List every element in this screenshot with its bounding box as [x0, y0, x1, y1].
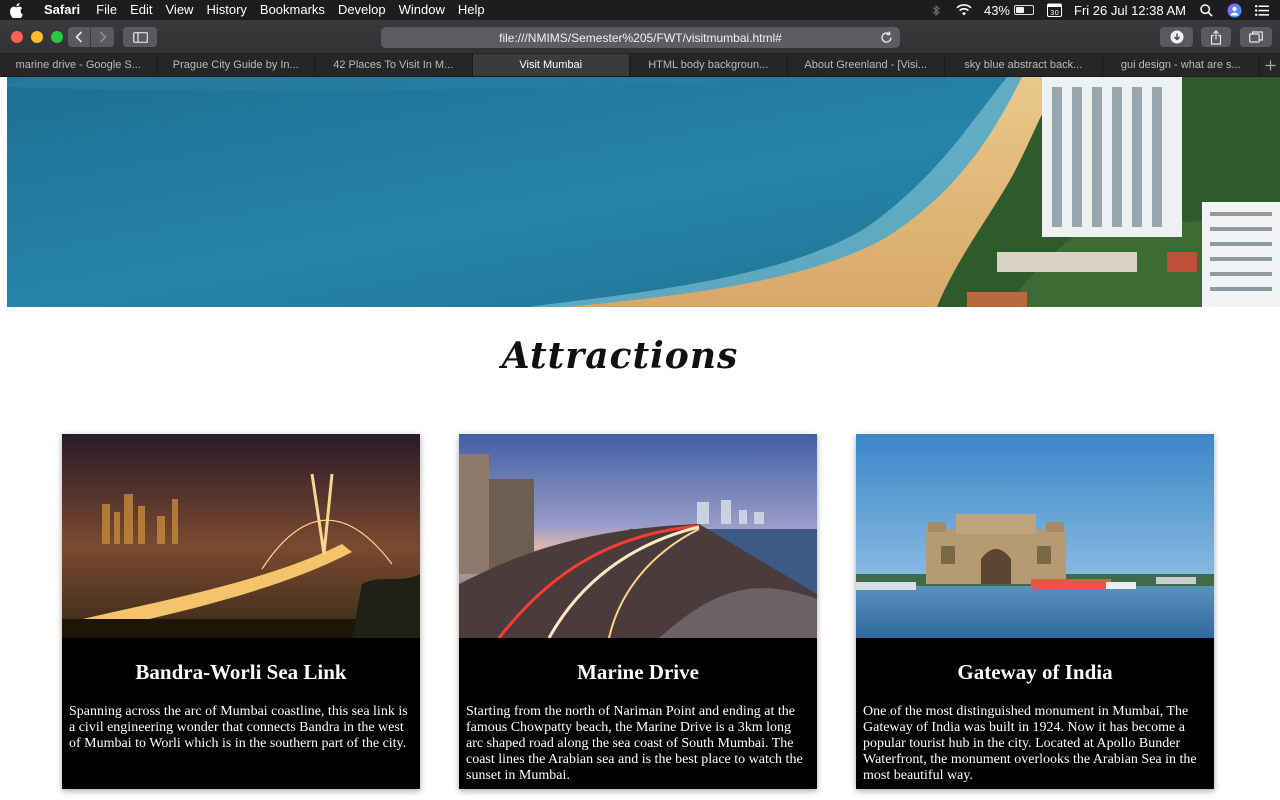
tab-prague-city-guide[interactable]: Prague City Guide by In... [158, 54, 315, 76]
attraction-card-marine-drive[interactable]: Marine Drive Starting from the north of … [459, 434, 817, 789]
menu-extras: 43% 30 Fri 26 Jul 12:38 AM [928, 0, 1270, 20]
tab-marine-drive-google[interactable]: marine drive - Google S... [0, 54, 158, 76]
attraction-card-bandra-worli[interactable]: Bandra-Worli Sea Link Spanning across th… [62, 434, 420, 789]
bluetooth-icon[interactable] [928, 3, 944, 17]
menu-bookmarks[interactable]: Bookmarks [260, 0, 325, 20]
address-bar[interactable]: file:///NMIMS/Semester%205/FWT/visitmumb… [381, 27, 900, 48]
battery-status[interactable]: 43% [984, 3, 1034, 18]
clock[interactable]: Fri 26 Jul 12:38 AM [1074, 3, 1186, 18]
siri-icon[interactable] [1226, 3, 1242, 17]
menu-develop[interactable]: Develop [338, 0, 386, 20]
attraction-card-gateway-of-india[interactable]: Gateway of India One of the most disting… [856, 434, 1214, 789]
reload-button[interactable] [878, 29, 894, 45]
reload-icon [880, 31, 892, 43]
browser-toolbar: file:///NMIMS/Semester%205/FWT/visitmumb… [0, 20, 1280, 54]
forward-button[interactable] [91, 27, 114, 47]
web-page: Attractions Bandra-Worli Sea Link Spanni… [0, 77, 1280, 800]
card-description: One of the most distinguished monument i… [863, 704, 1197, 783]
menu-app-safari[interactable]: Safari [44, 0, 80, 20]
calendar-icon[interactable]: 30 [1046, 3, 1062, 17]
menu-bar: Safari File Edit View History Bookmarks … [0, 0, 1280, 20]
menu-edit[interactable]: Edit [130, 0, 152, 20]
download-icon [1170, 30, 1183, 44]
notification-center-icon[interactable] [1254, 3, 1270, 17]
menu-file[interactable]: File [96, 0, 117, 20]
close-window-button[interactable] [11, 31, 23, 43]
show-all-tabs-button[interactable] [1240, 27, 1272, 47]
menu-window[interactable]: Window [399, 0, 445, 20]
battery-percent: 43% [983, 2, 1010, 18]
address-bar-url: file:///NMIMS/Semester%205/FWT/visitmumb… [499, 30, 782, 45]
menu-view[interactable]: View [166, 0, 194, 20]
tab-gui-design[interactable]: gui design - what are s... [1103, 54, 1260, 76]
zoom-window-button[interactable] [51, 31, 63, 43]
new-tab-button[interactable] [1260, 54, 1280, 76]
card-description: Spanning across the arc of Mumbai coastl… [69, 704, 408, 751]
battery-icon [1014, 5, 1034, 15]
tab-sky-blue-abstract[interactable]: sky blue abstract back... [945, 54, 1103, 76]
plus-icon [1265, 60, 1275, 70]
tab-visit-mumbai[interactable]: Visit Mumbai [472, 54, 630, 76]
calendar-day: 30 [1050, 9, 1059, 17]
card-title: Marine Drive [577, 660, 699, 684]
tab-bar: marine drive - Google S... Prague City G… [0, 54, 1280, 77]
chevron-right-icon [99, 31, 107, 43]
tab-about-greenland[interactable]: About Greenland - [Visi... [788, 54, 945, 76]
page-title: Attractions [501, 335, 739, 377]
apple-icon[interactable] [10, 2, 24, 18]
card-title: Gateway of India [957, 660, 1113, 684]
search-icon[interactable] [1198, 3, 1214, 17]
tabs-overview-icon [1249, 31, 1263, 43]
downloads-button[interactable] [1160, 27, 1193, 47]
tab-html-body-background[interactable]: HTML body backgroun... [630, 54, 788, 76]
share-button[interactable] [1201, 27, 1231, 47]
marine-drive-photo [459, 434, 817, 638]
tab-42-places[interactable]: 42 Places To Visit In M... [315, 54, 473, 76]
menu-history[interactable]: History [206, 0, 246, 20]
minimize-window-button[interactable] [31, 31, 43, 43]
back-forward-group [68, 27, 114, 47]
wifi-icon[interactable] [956, 3, 972, 17]
bandra-worli-sea-link-photo [62, 434, 420, 638]
sidebar-icon [132, 31, 148, 43]
sidebar-toggle-button[interactable] [123, 27, 157, 47]
window-controls [11, 31, 63, 43]
share-icon [1210, 29, 1222, 45]
card-description: Starting from the north of Nariman Point… [466, 704, 803, 783]
back-button[interactable] [68, 27, 91, 47]
hero-banner-image [7, 77, 1280, 307]
gateway-of-india-photo [856, 434, 1214, 638]
card-title: Bandra-Worli Sea Link [135, 660, 347, 684]
menu-help[interactable]: Help [458, 0, 485, 20]
chevron-left-icon [75, 31, 83, 43]
